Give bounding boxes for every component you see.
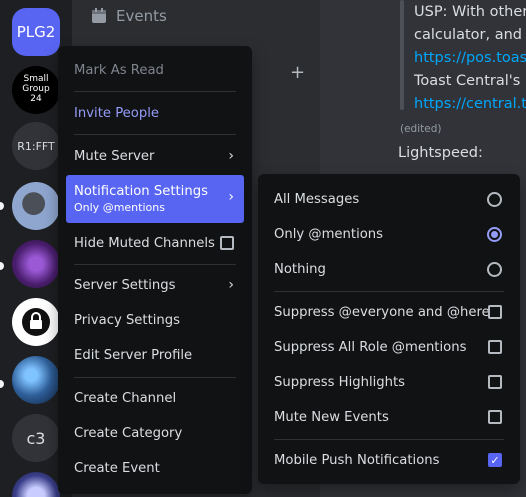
chevron-right-icon: › (228, 189, 234, 205)
menu-item-label: Invite People (74, 105, 160, 121)
submenu-item-nothing[interactable]: Nothing (266, 253, 512, 285)
menu-item-label: Hide Muted Channels (74, 235, 215, 251)
checkbox-icon[interactable] (488, 375, 502, 389)
menu-item-label: Create Channel (74, 390, 177, 406)
chat-line: USP: With other (414, 4, 526, 20)
chevron-right-icon: › (228, 277, 234, 293)
edited-tag: (edited) (400, 123, 442, 135)
menu-item-edit-server-profile[interactable]: Edit Server Profile (66, 339, 244, 371)
checkbox-checked-icon[interactable]: ✓ (488, 453, 502, 467)
events-channel[interactable]: Events (90, 2, 167, 30)
radio-selected-icon[interactable] (487, 226, 502, 242)
checkbox-icon[interactable] (488, 340, 502, 354)
menu-separator (274, 439, 504, 440)
submenu-item-label: Mobile Push Notifications (274, 452, 440, 468)
server-icon-label: c3 (26, 428, 46, 448)
menu-separator (74, 134, 236, 135)
add-channel-icon[interactable]: + (290, 62, 305, 83)
radio-icon[interactable] (487, 261, 502, 277)
submenu-item-suppress-highlights[interactable]: Suppress Highlights (266, 366, 512, 398)
chat-link[interactable]: https://pos.toas (414, 50, 526, 66)
menu-item-label: Create Category (74, 425, 183, 441)
server-icon-cat[interactable] (12, 182, 60, 230)
server-icon-label: PLG2 (16, 23, 56, 41)
menu-item-sublabel: Only @mentions (74, 201, 165, 214)
menu-item-label: Mute Server (74, 148, 155, 164)
server-context-menu: Mark As Read Invite People Mute Server ›… (58, 46, 252, 494)
checkbox-icon[interactable] (220, 236, 234, 250)
server-icon-blue-network[interactable] (12, 356, 60, 404)
chat-line: Lightspeed: (398, 145, 483, 161)
submenu-item-label: Suppress @everyone and @here (274, 304, 490, 320)
lock-icon (22, 308, 50, 336)
calendar-icon (92, 8, 106, 23)
chat-line: calculator, and a (414, 27, 526, 43)
chevron-right-icon: › (228, 148, 234, 164)
server-icon-purple[interactable] (12, 240, 60, 288)
menu-item-privacy-settings[interactable]: Privacy Settings (66, 304, 244, 336)
menu-item-hide-muted-channels[interactable]: Hide Muted Channels (66, 227, 244, 259)
chat-link[interactable]: https://central.t (414, 96, 526, 112)
menu-item-create-event[interactable]: Create Event (66, 452, 244, 484)
submenu-item-all-messages[interactable]: All Messages (266, 183, 512, 215)
menu-separator (74, 91, 236, 92)
events-label: Events (116, 7, 167, 25)
server-icon-moon[interactable] (12, 472, 60, 497)
server-icon-r1fft[interactable]: R1:FFT (12, 122, 60, 170)
menu-item-label: Notification Settings (74, 184, 208, 199)
submenu-item-mobile-push[interactable]: Mobile Push Notifications ✓ (266, 444, 512, 476)
submenu-item-suppress-everyone[interactable]: Suppress @everyone and @here (266, 296, 512, 328)
menu-separator (74, 377, 236, 378)
submenu-item-label: Mute New Events (274, 409, 389, 425)
server-icon-label: R1:FFT (17, 139, 55, 153)
submenu-item-label: Nothing (274, 261, 326, 277)
unread-pill (0, 380, 4, 388)
submenu-item-label: Suppress All Role @mentions (274, 339, 467, 355)
notification-submenu: All Messages Only @mentions Nothing Supp… (258, 174, 520, 484)
menu-item-mute-server[interactable]: Mute Server › (66, 140, 244, 172)
menu-item-label: Create Event (74, 460, 160, 476)
menu-item-label: Server Settings (74, 277, 176, 293)
unread-pill (0, 202, 4, 210)
embed-bar (400, 0, 404, 110)
menu-item-label: Mark As Read (74, 62, 164, 78)
menu-item-notification-settings[interactable]: Notification Settings Only @mentions › (66, 175, 244, 223)
server-icon-c3[interactable]: c3 (12, 414, 60, 462)
submenu-item-only-mentions[interactable]: Only @mentions (266, 218, 512, 250)
server-icon-label: Small Group 24 (22, 74, 50, 104)
submenu-item-label: Only @mentions (274, 226, 384, 242)
menu-item-server-settings[interactable]: Server Settings › (66, 269, 244, 301)
unread-pill (0, 262, 4, 270)
submenu-item-label: All Messages (274, 191, 360, 207)
server-icon-small-group[interactable]: Small Group 24 (12, 66, 60, 114)
menu-item-invite-people[interactable]: Invite People (66, 97, 244, 129)
server-icon-plg2[interactable]: PLG2 (12, 8, 60, 56)
submenu-item-label: Suppress Highlights (274, 374, 406, 390)
menu-item-create-channel[interactable]: Create Channel (66, 382, 244, 414)
menu-item-mark-as-read[interactable]: Mark As Read (66, 54, 244, 86)
menu-separator (74, 264, 236, 265)
menu-item-create-category[interactable]: Create Category (66, 417, 244, 449)
menu-separator (274, 291, 504, 292)
submenu-item-suppress-roles[interactable]: Suppress All Role @mentions (266, 331, 512, 363)
checkbox-icon[interactable] (488, 305, 502, 319)
submenu-item-mute-new-events[interactable]: Mute New Events (266, 401, 512, 433)
menu-item-label: Edit Server Profile (74, 347, 193, 363)
chat-line: Toast Central's D (414, 73, 526, 89)
radio-icon[interactable] (487, 191, 502, 207)
server-icon-lock[interactable] (12, 298, 60, 346)
menu-item-label: Privacy Settings (74, 312, 181, 328)
checkbox-icon[interactable] (488, 410, 502, 424)
